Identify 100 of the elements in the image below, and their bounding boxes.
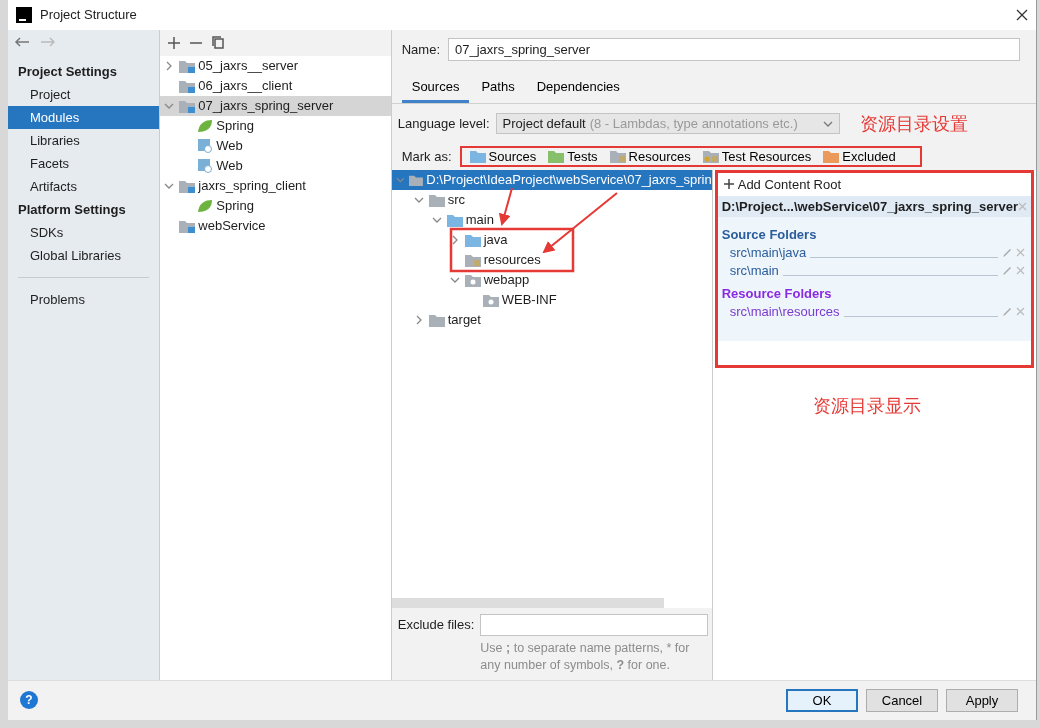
tree-row[interactable]: WEB-INF <box>391 289 712 310</box>
folder-group-title: Source Folders <box>720 225 818 244</box>
tree-row[interactable]: Web <box>160 155 391 176</box>
name-label: Name: <box>401 41 440 57</box>
language-level-label: Language level: <box>397 116 490 132</box>
sidebar-item[interactable]: SDKs <box>8 220 160 244</box>
folder-icon <box>464 272 481 287</box>
sidebar-item[interactable]: Problems <box>8 287 160 311</box>
sidebar-item[interactable]: Project <box>8 82 160 106</box>
tree-label: main <box>465 212 494 228</box>
module-folder-icon <box>179 58 196 73</box>
scrollbar-thumb[interactable] <box>391 597 664 608</box>
tree-row[interactable]: Spring <box>160 115 391 136</box>
folder-path: src\main\resources <box>729 304 840 320</box>
folder-icon <box>609 149 626 164</box>
dialog-button[interactable]: Apply <box>946 688 1018 712</box>
tree-label: WEB-INF <box>501 292 557 308</box>
annotation-text: 资源目录设置 <box>859 112 968 136</box>
tree-label: D:\Project\IdeaProject\webService\07_jaxrs_sprin <box>426 172 712 188</box>
folder-icon <box>446 212 463 227</box>
close-icon[interactable] <box>1016 8 1028 21</box>
mark-as-option[interactable]: Excluded <box>823 148 896 164</box>
folder-icon <box>823 149 840 164</box>
folder-group-title: Resource Folders <box>720 284 833 303</box>
tree-label: jaxrs_spring_client <box>198 178 306 194</box>
module-folder-icon <box>179 178 196 193</box>
add-icon[interactable] <box>168 36 181 49</box>
tree-label: 05_jaxrs__server <box>198 58 298 74</box>
tree-label: webService <box>198 218 266 234</box>
folder-icon <box>482 292 499 307</box>
tree-row[interactable]: java <box>391 229 712 250</box>
folder-icon <box>428 192 445 207</box>
dialog-button[interactable]: OK <box>786 688 858 712</box>
tree-label: webapp <box>483 272 530 288</box>
tree-label: 07_jaxrs_spring_server <box>198 98 334 114</box>
sidebar-item[interactable]: Global Libraries <box>8 243 160 267</box>
window-title: Project Structure <box>40 7 138 23</box>
folder-path: src\main <box>729 263 779 279</box>
folder-icon <box>548 149 565 164</box>
tree-label: Spring <box>216 198 254 214</box>
help-text: Use ; to separate name patterns, * for any number of symbols, ? for one. <box>480 639 691 674</box>
tree-row[interactable]: Spring <box>160 195 391 216</box>
copy-icon[interactable] <box>212 36 225 50</box>
pencil-icon[interactable] <box>1002 306 1012 317</box>
app-logo-icon <box>16 6 32 23</box>
pencil-icon[interactable] <box>1002 247 1012 258</box>
add-content-root-link[interactable]: Add Content Root <box>717 172 1031 196</box>
leaf-icon <box>197 198 214 213</box>
content-root-path: D:\Project...\webService\07_jaxrs_spring_server <box>721 198 1018 214</box>
section-heading: Platform Settings <box>17 200 127 219</box>
name-field[interactable]: 07_jaxrs_spring_server <box>448 37 1020 61</box>
tree-label: Spring <box>216 118 254 134</box>
folder-icon <box>464 252 481 267</box>
tree-row[interactable]: src <box>391 189 712 210</box>
tree-label: Web <box>216 138 243 154</box>
add-icon <box>723 179 734 190</box>
tree-row[interactable]: 05_jaxrs__server <box>160 55 391 76</box>
back-arrow-icon[interactable] <box>14 35 30 48</box>
tree-row[interactable]: webapp <box>391 269 712 290</box>
mark-as-option[interactable]: Sources <box>469 148 537 164</box>
sidebar-item[interactable]: Facets <box>8 151 160 175</box>
web-icon <box>197 158 214 173</box>
tree-row[interactable]: Web <box>160 135 391 156</box>
tree-label: src <box>447 192 466 208</box>
tree-row[interactable]: 06_jaxrs__client <box>160 75 391 96</box>
mark-as-option[interactable]: Tests <box>548 148 598 164</box>
folder-icon <box>469 149 486 164</box>
folder-icon <box>428 312 445 327</box>
tree-label: Web <box>216 158 243 174</box>
tree-label: java <box>483 232 508 248</box>
tree-label: target <box>447 312 481 328</box>
mark-as-label: Mark as: <box>401 148 452 164</box>
tree-row[interactable]: D:\Project\IdeaProject\webService\07_jaxrs_sprin <box>391 169 712 190</box>
tree-row[interactable]: 07_jaxrs_spring_server <box>160 95 391 116</box>
module-folder-icon <box>179 218 196 233</box>
tab[interactable]: Dependencies <box>526 74 630 103</box>
mark-as-option[interactable]: Test Resources <box>702 148 812 164</box>
exclude-files-field[interactable] <box>480 613 709 636</box>
sidebar-item[interactable]: Libraries <box>8 128 160 152</box>
tree-row[interactable]: target <box>391 309 712 330</box>
tree-row[interactable]: webService <box>160 215 391 236</box>
help-button[interactable]: ? <box>20 691 38 710</box>
sidebar-item[interactable]: Artifacts <box>8 174 160 198</box>
tree-row[interactable]: resources <box>391 249 712 270</box>
mark-as-option[interactable]: Resources <box>609 148 691 164</box>
folder-icon <box>702 149 719 164</box>
leaf-icon <box>197 118 214 133</box>
dialog-button[interactable]: Cancel <box>866 688 938 712</box>
tab[interactable]: Paths <box>471 74 525 103</box>
tree-row[interactable]: main <box>391 209 712 230</box>
tree-row[interactable]: jaxrs_spring_client <box>160 175 391 196</box>
tree-label: 06_jaxrs__client <box>198 78 293 94</box>
tab[interactable]: Sources <box>401 74 470 103</box>
pencil-icon[interactable] <box>1002 265 1012 276</box>
sidebar-item[interactable]: Modules <box>8 105 160 129</box>
web-icon <box>197 138 214 153</box>
chevron-icon <box>822 119 833 128</box>
tree-label: resources <box>483 252 541 268</box>
language-level-dropdown[interactable]: Project default (8 - Lambdas, type annotations etc.) <box>495 113 840 135</box>
folder-icon <box>464 232 481 247</box>
